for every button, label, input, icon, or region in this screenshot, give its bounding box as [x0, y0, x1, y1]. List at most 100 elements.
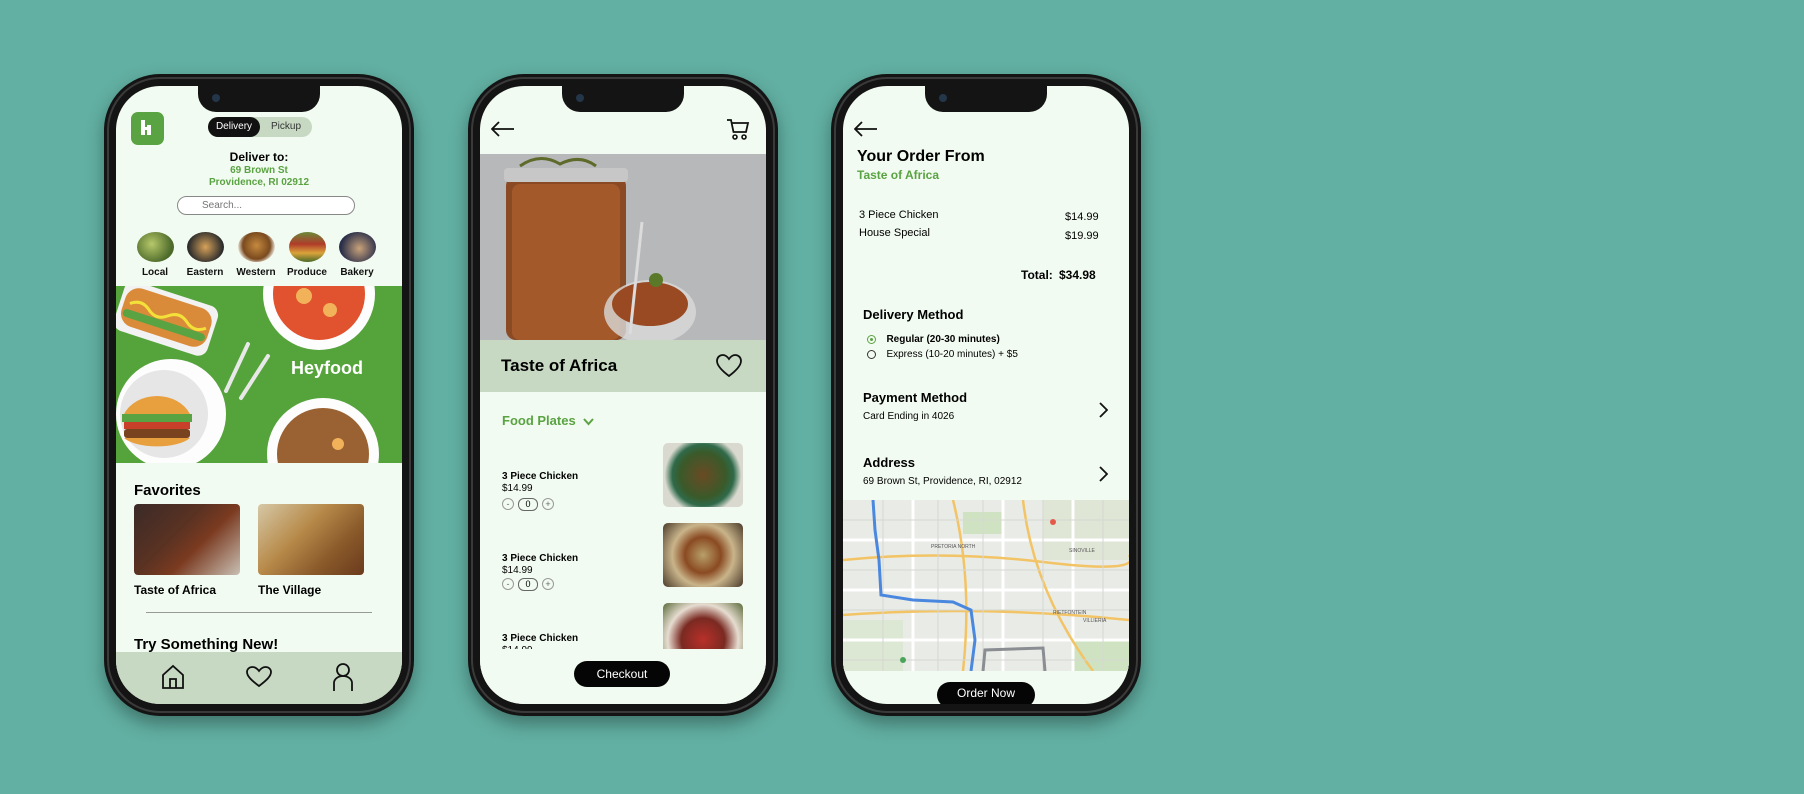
total-value: $34.98	[1059, 268, 1096, 282]
order-line-name: House Special	[859, 227, 930, 239]
chevron-down-icon	[583, 414, 595, 429]
menu-item-image[interactable]	[663, 443, 743, 507]
menu-item[interactable]: 3 Piece Chicken $14.99	[502, 471, 578, 494]
menu-screen: Taste of Africa Food Plates 3 Piece Chic…	[480, 86, 766, 704]
delivery-map[interactable]: PRETORIA NORTH SINOVILLE RIETFONTEIN VIL…	[843, 500, 1129, 671]
chevron-right-icon	[1099, 402, 1109, 423]
category-image	[338, 232, 376, 262]
menu-item-name: 3 Piece Chicken	[502, 471, 579, 482]
radio-selected-icon[interactable]	[867, 335, 876, 345]
category-dropdown-label: Food Plates	[502, 413, 576, 428]
delivery-option-express[interactable]: Express (10-20 minutes) + $5	[867, 346, 1018, 364]
phone-order: Your Order From Taste of Africa 3 Piece …	[831, 74, 1141, 716]
menu-item-image[interactable]	[663, 603, 743, 649]
favorite-heart-icon[interactable]	[716, 354, 742, 383]
map-label: PRETORIA NORTH	[931, 544, 976, 550]
category-label: Produce	[286, 267, 327, 278]
checkout-button[interactable]: Checkout	[574, 661, 670, 687]
menu-item-image[interactable]	[663, 523, 743, 587]
delivery-option-label: Regular (20-30 minutes)	[886, 334, 1000, 346]
menu-item-price: $14.99	[502, 483, 533, 494]
delivery-option-label: Express (10-20 minutes) + $5	[886, 349, 1018, 361]
order-screen: Your Order From Taste of Africa 3 Piece …	[843, 86, 1129, 704]
decrease-quantity-button[interactable]: -	[502, 498, 514, 510]
notch	[562, 86, 684, 112]
menu-item-name: 3 Piece Chicken	[502, 553, 579, 564]
category-dropdown[interactable]: Food Plates	[502, 413, 595, 429]
phone-home: Delivery Pickup Deliver to: 69 Brown St …	[104, 74, 414, 716]
quantity-field[interactable]: 0	[518, 498, 538, 511]
total-label: Total:	[1021, 268, 1053, 282]
user-icon[interactable]	[332, 662, 354, 697]
favorite-image-the-village[interactable]	[258, 504, 364, 575]
order-restaurant-name: Taste of Africa	[857, 168, 940, 182]
order-line-price: $14.99	[1065, 211, 1099, 223]
payment-method-title: Payment Method	[863, 390, 968, 405]
address-title: Address	[863, 455, 916, 470]
deliver-to-label: Deliver to:	[229, 150, 289, 164]
favorite-label-the-village[interactable]: The Village	[258, 583, 321, 597]
category-image	[186, 232, 224, 262]
address-row[interactable]: Address 69 Brown St, Providence, RI, 029…	[843, 452, 1129, 498]
category-label: Local	[141, 267, 169, 278]
home-screen: Delivery Pickup Deliver to: 69 Brown St …	[116, 86, 402, 704]
phone-menu: Taste of Africa Food Plates 3 Piece Chic…	[468, 74, 778, 716]
order-line-name: 3 Piece Chicken	[859, 209, 939, 221]
category-label: Western	[236, 267, 276, 278]
restaurant-name: Taste of Africa	[501, 356, 618, 375]
delivery-pickup-toggle: Delivery Pickup	[208, 117, 312, 137]
address-line-2[interactable]: Providence, RI 02912	[116, 177, 402, 188]
category-bakery[interactable]: Bakery	[334, 232, 380, 278]
order-title: Your Order From	[857, 148, 985, 165]
search-input[interactable]	[177, 196, 355, 215]
favorites-title: Favorites	[134, 482, 201, 499]
try-something-new-title: Try Something New!	[134, 636, 279, 653]
category-label: Bakery	[340, 267, 374, 278]
menu-item[interactable]: 3 Piece Chicken $14.99	[502, 553, 578, 576]
map-label: SINOVILLE	[1069, 548, 1096, 554]
category-local[interactable]: Local	[132, 232, 178, 278]
order-line-price: $19.99	[1065, 230, 1099, 242]
category-produce[interactable]: Produce	[284, 232, 330, 278]
hero-banner[interactable]: Heyfood	[116, 286, 402, 463]
address-value: 69 Brown St, Providence, RI, 02912	[863, 476, 1022, 487]
category-image	[288, 232, 326, 262]
category-western[interactable]: Western	[233, 232, 279, 278]
restaurant-title-bar: Taste of Africa	[480, 340, 766, 392]
category-image	[237, 232, 275, 262]
address-line-1[interactable]: 69 Brown St	[116, 165, 402, 176]
menu-item-name: 3 Piece Chicken	[502, 633, 579, 644]
chevron-right-icon	[1099, 466, 1109, 487]
payment-method-row[interactable]: Payment Method Card Ending in 4026	[843, 386, 1129, 438]
favorite-label-taste-of-africa[interactable]: Taste of Africa	[134, 583, 216, 597]
bottom-tab-bar	[116, 652, 402, 704]
home-icon[interactable]	[161, 664, 185, 695]
increase-quantity-button[interactable]: +	[542, 498, 554, 510]
cart-icon[interactable]	[726, 117, 750, 146]
category-image	[136, 232, 174, 262]
quantity-field[interactable]: 0	[518, 578, 538, 591]
delivery-toggle-button[interactable]: Delivery	[208, 117, 260, 137]
favorite-image-taste-of-africa[interactable]	[134, 504, 240, 575]
app-logo[interactable]	[131, 112, 164, 145]
radio-unselected-icon[interactable]	[867, 350, 876, 360]
delivery-method-title: Delivery Method	[863, 307, 964, 322]
decrease-quantity-button[interactable]: -	[502, 578, 514, 590]
order-now-button[interactable]: Order Now	[937, 682, 1035, 704]
back-arrow-icon[interactable]	[853, 121, 878, 142]
back-arrow-icon[interactable]	[490, 121, 515, 142]
restaurant-hero-image	[480, 154, 766, 340]
increase-quantity-button[interactable]: +	[542, 578, 554, 590]
banner-title: Heyfood	[291, 358, 363, 378]
payment-method-value: Card Ending in 4026	[863, 411, 955, 422]
menu-item-price: $14.99	[502, 565, 533, 576]
category-label: Eastern	[186, 267, 224, 278]
heart-icon[interactable]	[246, 666, 272, 693]
category-eastern[interactable]: Eastern	[182, 232, 228, 278]
divider	[146, 612, 372, 613]
map-label: RIETFONTEIN	[1053, 610, 1087, 616]
map-label: VILLIERIA	[1083, 618, 1107, 624]
notch	[925, 86, 1047, 112]
pickup-toggle-button[interactable]: Pickup	[260, 117, 312, 137]
notch	[198, 86, 320, 112]
